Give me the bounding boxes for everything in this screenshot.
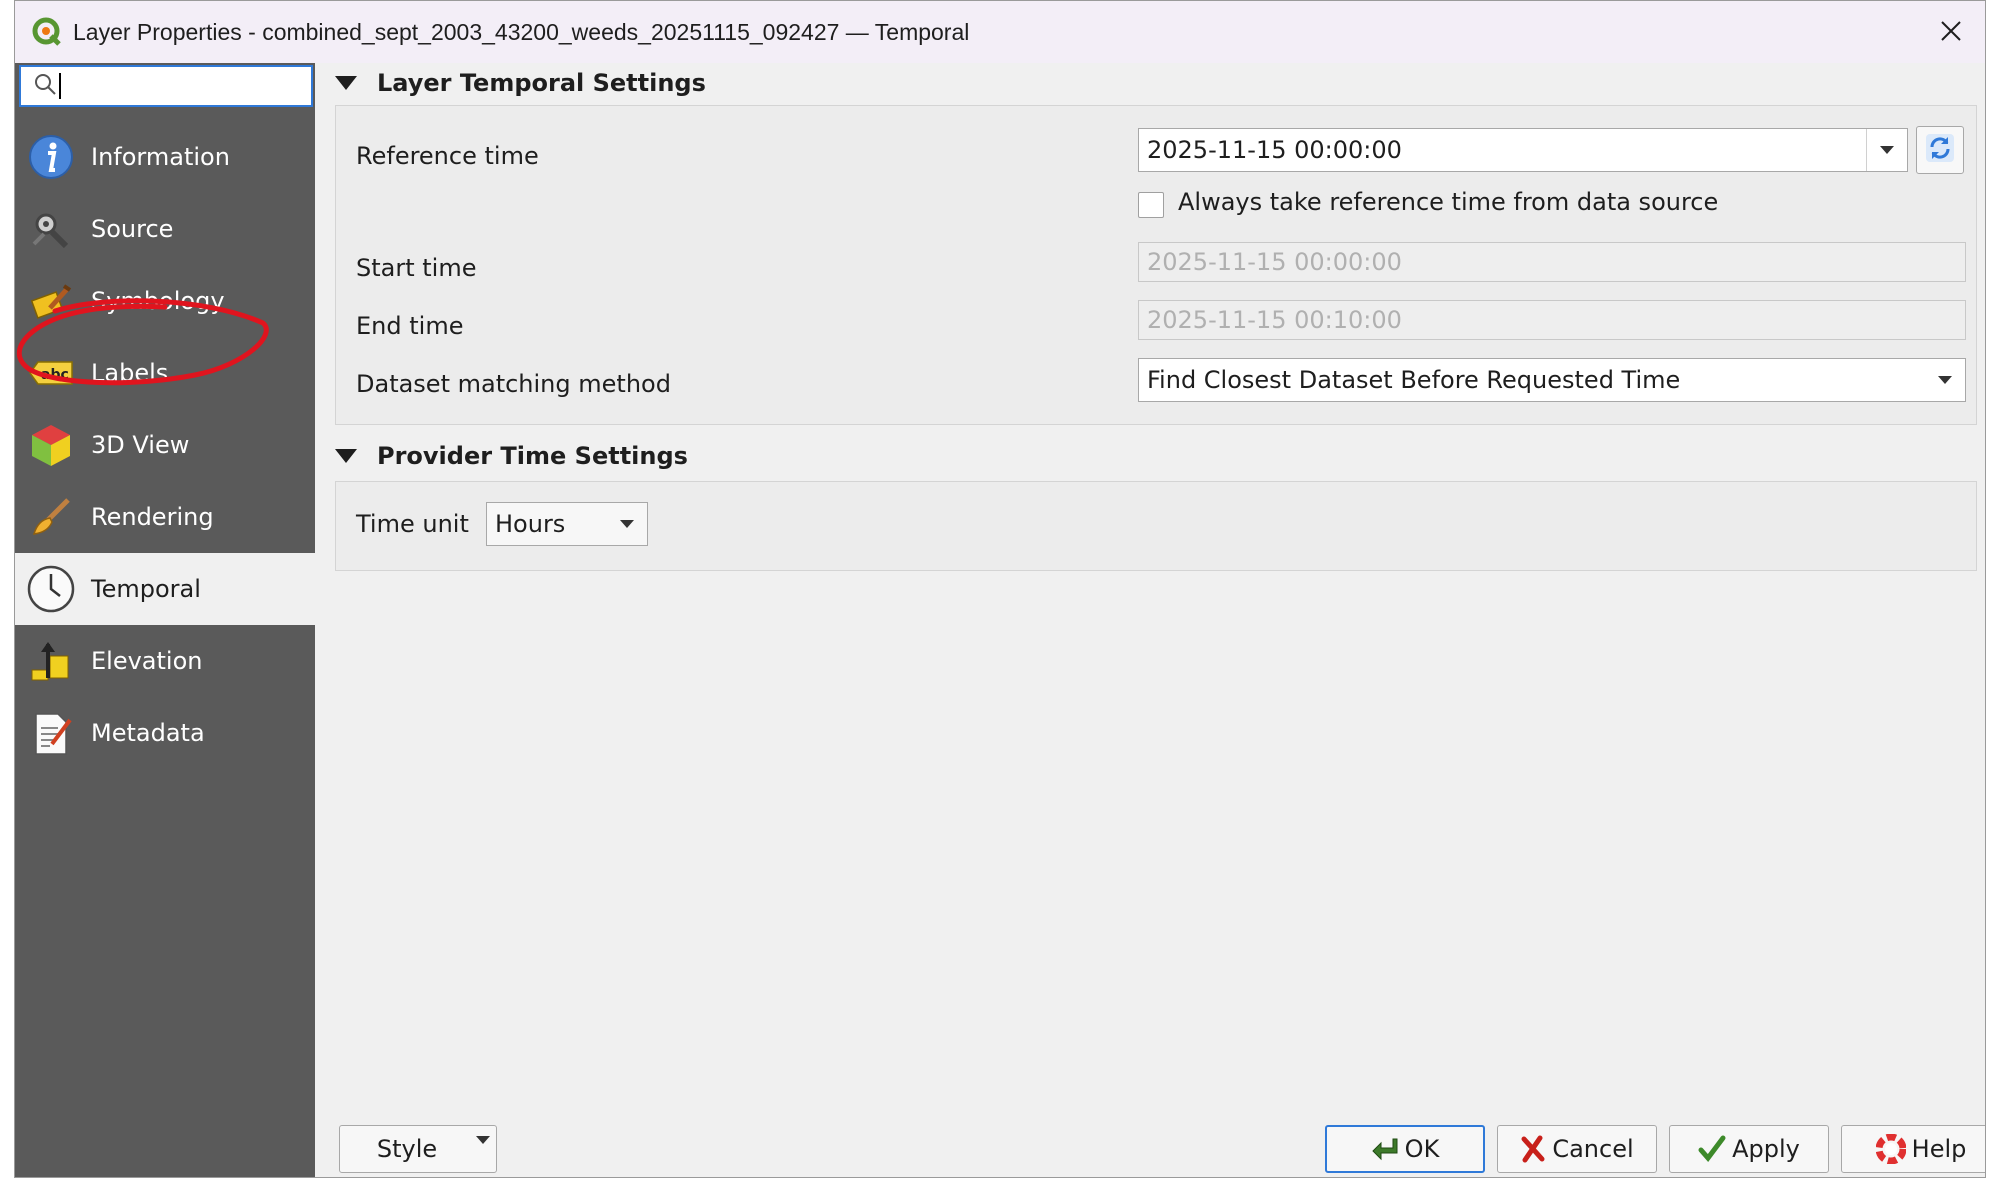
sidebar-item-label: Information: [91, 143, 230, 171]
section-title: Layer Temporal Settings: [377, 69, 706, 97]
provider-time-settings-group: Time unit Hours: [335, 481, 1977, 571]
sidebar-nav: Information Source Symbology abc Labels: [15, 121, 315, 769]
sidebar-item-labels[interactable]: abc Labels: [15, 337, 315, 409]
cancel-button[interactable]: Cancel: [1497, 1125, 1657, 1173]
window-title: Layer Properties - combined_sept_2003_43…: [73, 18, 970, 45]
dataset-matching-value: Find Closest Dataset Before Requested Ti…: [1147, 366, 1681, 394]
collapse-triangle-icon: [335, 449, 357, 463]
reference-time-label: Reference time: [356, 142, 539, 170]
information-icon: [25, 131, 77, 183]
sidebar-item-source[interactable]: Source: [15, 193, 315, 265]
style-button[interactable]: Style: [339, 1125, 497, 1173]
start-time-label: Start time: [356, 254, 477, 282]
ok-icon: [1371, 1135, 1399, 1163]
apply-label: Apply: [1732, 1135, 1800, 1163]
sidebar-item-3d-view[interactable]: 3D View: [15, 409, 315, 481]
temporal-icon: [25, 563, 77, 615]
temporal-panel: Layer Temporal Settings Reference time 2…: [325, 63, 1985, 1177]
cancel-icon: [1520, 1135, 1546, 1163]
time-unit-select[interactable]: Hours: [486, 502, 648, 546]
help-icon: [1875, 1134, 1906, 1164]
refresh-icon: [1925, 133, 1955, 167]
end-time-value: 2025-11-15 00:10:00: [1147, 306, 1402, 334]
search-icon: [33, 72, 57, 100]
chevron-down-icon: [1925, 359, 1965, 401]
help-label: Help: [1911, 1135, 1967, 1163]
cancel-label: Cancel: [1552, 1135, 1634, 1163]
apply-button[interactable]: Apply: [1669, 1125, 1829, 1173]
svg-text:abc: abc: [41, 367, 69, 383]
refresh-reference-time-button[interactable]: [1916, 126, 1964, 174]
reference-time-value: 2025-11-15 00:00:00: [1147, 136, 1402, 164]
sidebar-item-label: 3D View: [91, 431, 190, 459]
time-unit-value: Hours: [495, 510, 566, 538]
title-bar: Layer Properties - combined_sept_2003_43…: [15, 1, 1985, 63]
layer-temporal-settings-group: Reference time 2025-11-15 00:00:00 Alway…: [335, 105, 1977, 425]
provider-time-settings-header[interactable]: Provider Time Settings: [335, 436, 688, 476]
3d-view-icon: [25, 419, 77, 471]
qgis-logo-icon: [31, 16, 63, 48]
sidebar-item-temporal[interactable]: Temporal: [15, 553, 315, 625]
always-take-reference-label: Always take reference time from data sou…: [1178, 188, 1719, 216]
rendering-icon: [25, 491, 77, 543]
chevron-down-icon: [607, 503, 647, 545]
text-caret: [59, 73, 61, 99]
always-take-reference-checkbox[interactable]: [1138, 192, 1164, 218]
elevation-icon: [25, 635, 77, 687]
reference-time-field[interactable]: 2025-11-15 00:00:00: [1138, 128, 1908, 172]
sidebar-item-label: Elevation: [91, 647, 203, 675]
start-time-field: 2025-11-15 00:00:00: [1138, 242, 1966, 282]
help-button[interactable]: Help: [1841, 1125, 1985, 1173]
sidebar-item-label: Temporal: [91, 575, 201, 603]
dataset-matching-label: Dataset matching method: [356, 370, 671, 398]
sidebar-item-label: Metadata: [91, 719, 205, 747]
sidebar-item-rendering[interactable]: Rendering: [15, 481, 315, 553]
symbology-icon: [25, 275, 77, 327]
metadata-icon: [25, 707, 77, 759]
labels-icon: abc: [25, 347, 77, 399]
collapse-triangle-icon: [335, 76, 357, 90]
time-unit-label: Time unit: [356, 510, 469, 538]
sidebar-item-label: Symbology: [91, 287, 225, 315]
end-time-field: 2025-11-15 00:10:00: [1138, 300, 1966, 340]
layer-properties-dialog: Layer Properties - combined_sept_2003_43…: [14, 0, 1986, 1178]
sidebar-item-information[interactable]: Information: [15, 121, 315, 193]
dataset-matching-select[interactable]: Find Closest Dataset Before Requested Ti…: [1138, 358, 1966, 402]
sidebar-item-label: Source: [91, 215, 174, 243]
sidebar-item-metadata[interactable]: Metadata: [15, 697, 315, 769]
close-icon[interactable]: [1931, 11, 1971, 51]
search-input[interactable]: [69, 72, 303, 100]
sidebar-item-label: Rendering: [91, 503, 214, 531]
search-field[interactable]: [19, 65, 313, 107]
chevron-down-icon: [476, 1136, 490, 1172]
sidebar: Information Source Symbology abc Labels: [15, 63, 315, 1177]
start-time-value: 2025-11-15 00:00:00: [1147, 248, 1402, 276]
section-title: Provider Time Settings: [377, 442, 688, 470]
ok-label: OK: [1404, 1135, 1440, 1163]
checkmark-icon: [1698, 1135, 1726, 1163]
chevron-down-icon[interactable]: [1866, 129, 1907, 171]
layer-temporal-settings-header[interactable]: Layer Temporal Settings: [335, 63, 706, 103]
sidebar-item-label: Labels: [91, 359, 169, 387]
sidebar-item-symbology[interactable]: Symbology: [15, 265, 315, 337]
ok-button[interactable]: OK: [1325, 1125, 1485, 1173]
sidebar-item-elevation[interactable]: Elevation: [15, 625, 315, 697]
source-icon: [25, 203, 77, 255]
style-button-label: Style: [376, 1135, 438, 1163]
end-time-label: End time: [356, 312, 464, 340]
